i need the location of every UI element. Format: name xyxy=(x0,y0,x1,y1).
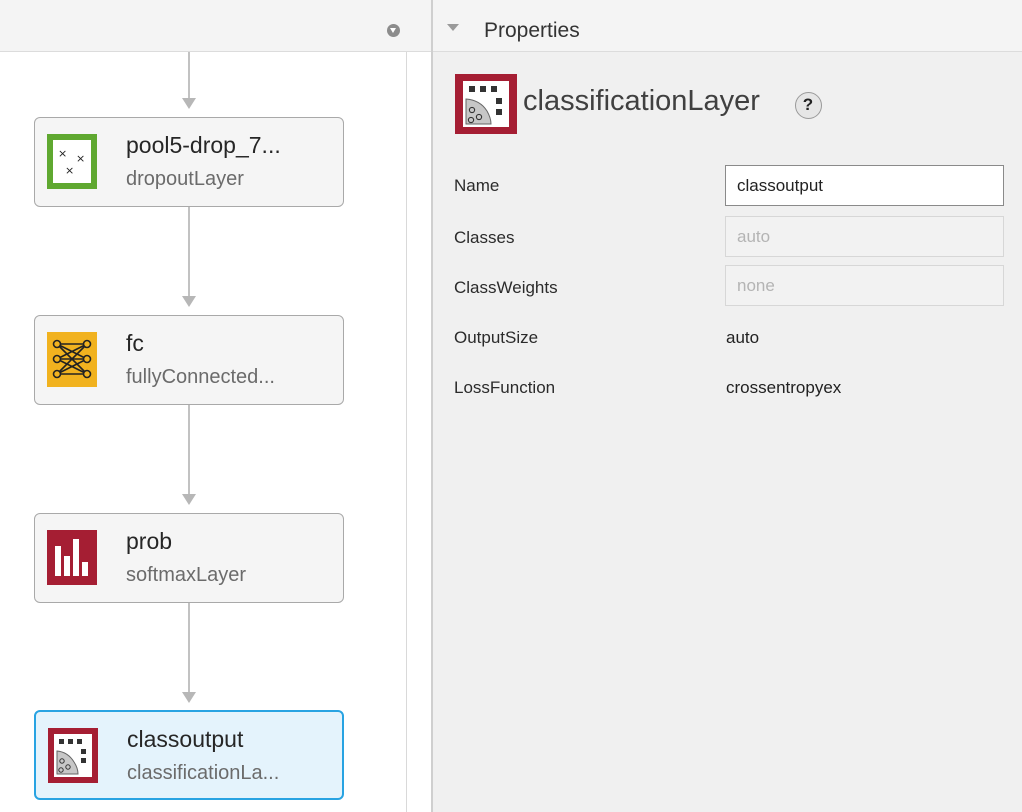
svg-text:×: × xyxy=(65,164,74,177)
fully-connected-layer-icon xyxy=(47,332,97,387)
classes-label: Classes xyxy=(454,228,515,247)
classification-layer-icon xyxy=(455,74,517,134)
arrowhead-icon xyxy=(182,296,196,307)
classes-input xyxy=(725,216,1004,257)
node-name: fc xyxy=(126,330,144,356)
loss-function-label: LossFunction xyxy=(454,378,556,397)
name-input[interactable] xyxy=(725,165,1004,206)
layer-node-classification[interactable]: classoutput classificationLa... xyxy=(34,710,344,800)
arrowhead-icon xyxy=(182,98,196,109)
svg-text:×: × xyxy=(76,152,85,165)
node-type: dropoutLayer xyxy=(126,168,244,190)
help-symbol: ? xyxy=(802,95,814,114)
class-weights-input xyxy=(725,265,1004,306)
node-name: classoutput xyxy=(127,726,244,752)
node-name: prob xyxy=(126,528,173,554)
canvas-toolbar xyxy=(0,0,432,52)
node-name: pool5-drop_7... xyxy=(126,132,281,158)
collapse-panel-icon[interactable] xyxy=(387,24,400,37)
arrowhead-icon xyxy=(182,494,196,505)
connection-edge xyxy=(188,52,190,98)
softmax-layer-icon xyxy=(47,530,97,585)
output-size-label: OutputSize xyxy=(454,328,539,347)
layer-type-title: classificationLayer xyxy=(523,85,760,117)
classification-layer-icon xyxy=(48,728,98,783)
output-size-value: auto xyxy=(726,328,760,347)
layer-node-dropout[interactable]: × × × pool5-drop_7... dropoutLayer xyxy=(34,117,344,207)
svg-text:×: × xyxy=(58,147,67,160)
properties-header: Properties xyxy=(433,0,1022,52)
dropout-layer-icon: × × × xyxy=(47,134,97,189)
arrowhead-icon xyxy=(182,692,196,703)
canvas-scrollbar[interactable] xyxy=(406,52,407,812)
help-icon[interactable]: ? xyxy=(795,92,822,119)
layer-node-fully-connected[interactable]: fc fullyConnected... xyxy=(34,315,344,405)
collapse-properties-icon[interactable] xyxy=(447,24,459,31)
layer-node-softmax[interactable]: prob softmaxLayer xyxy=(34,513,344,603)
class-weights-label: ClassWeights xyxy=(454,278,558,297)
network-canvas[interactable]: × × × pool5-drop_7... dropoutLayer fc fu… xyxy=(0,0,432,812)
name-label: Name xyxy=(454,176,500,195)
connection-edge xyxy=(188,404,190,494)
node-type: classificationLa... xyxy=(127,762,280,784)
node-type: fullyConnected... xyxy=(126,366,275,388)
connection-edge xyxy=(188,602,190,692)
node-type: softmaxLayer xyxy=(126,564,247,586)
connection-edge xyxy=(188,206,190,296)
properties-title: Properties xyxy=(484,19,580,42)
loss-function-value: crossentropyex xyxy=(726,378,842,397)
properties-panel: Properties classificationLayer ? Name Cl… xyxy=(433,0,1022,812)
